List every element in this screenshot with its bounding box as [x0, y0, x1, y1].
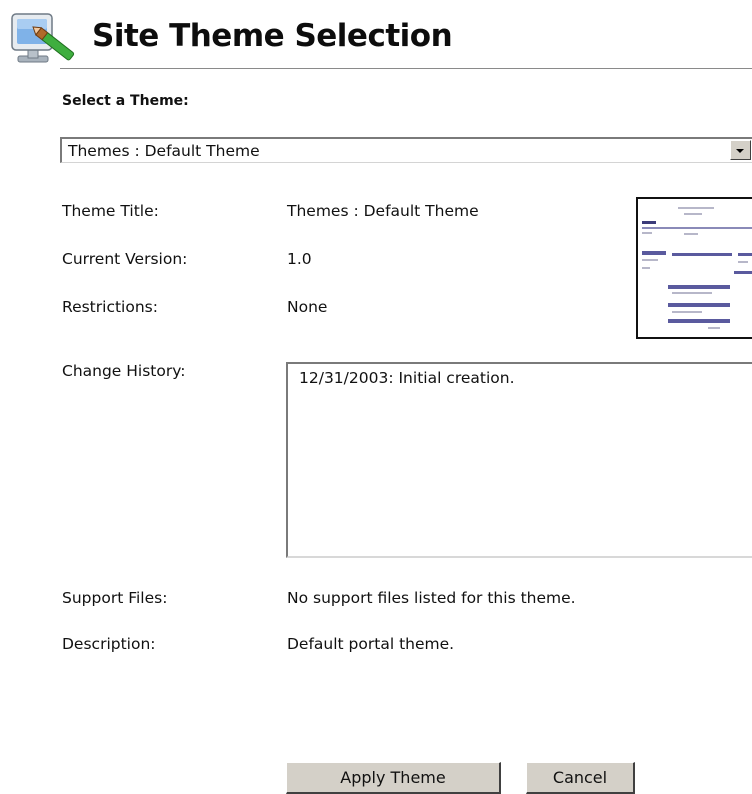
chevron-down-icon[interactable]: [730, 140, 751, 160]
title-divider: [60, 68, 752, 69]
theme-title-label: Theme Title:: [62, 202, 159, 220]
select-theme-label: Select a Theme:: [62, 93, 189, 109]
current-version-label: Current Version:: [62, 250, 188, 268]
theme-title-value: Themes : Default Theme: [287, 202, 479, 220]
cancel-button[interactable]: Cancel: [526, 762, 635, 794]
theme-preview-image: [636, 197, 752, 339]
theme-settings-icon: [10, 12, 78, 70]
change-history-label: Change History:: [62, 362, 186, 380]
support-files-value: No support files listed for this theme.: [287, 589, 576, 607]
restrictions-value: None: [287, 298, 328, 316]
description-value: Default portal theme.: [287, 635, 455, 653]
apply-theme-button[interactable]: Apply Theme: [286, 762, 501, 794]
change-history-textarea[interactable]: 12/31/2003: Initial creation.: [286, 362, 752, 558]
description-label: Description:: [62, 635, 156, 653]
theme-select-value: Themes : Default Theme: [68, 142, 260, 160]
theme-select-dropdown[interactable]: Themes : Default Theme: [60, 137, 752, 163]
change-history-text: 12/31/2003: Initial creation.: [299, 369, 515, 387]
page-title: Site Theme Selection: [92, 18, 453, 54]
current-version-value: 1.0: [287, 250, 312, 268]
theme-preview-thumbnail: [638, 199, 752, 337]
restrictions-label: Restrictions:: [62, 298, 158, 316]
support-files-label: Support Files:: [62, 589, 168, 607]
